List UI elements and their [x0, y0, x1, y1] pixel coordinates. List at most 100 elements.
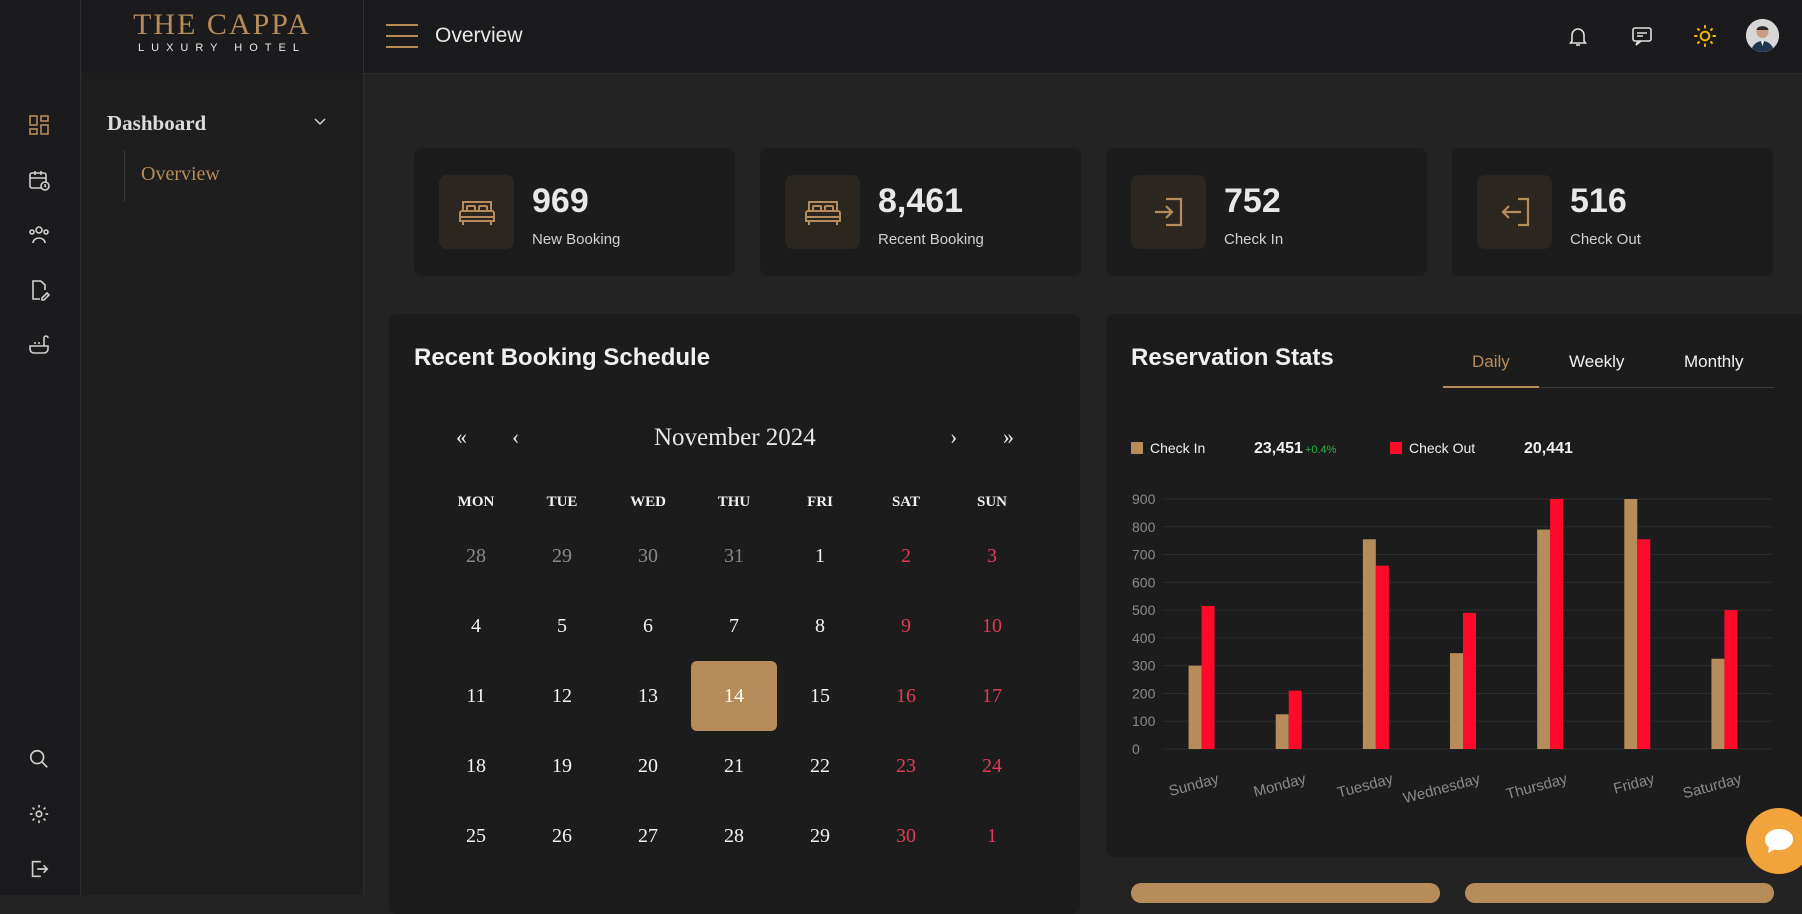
- calendar-day[interactable]: 10: [949, 591, 1035, 661]
- prev-year-button[interactable]: «: [456, 424, 467, 450]
- calendar-day[interactable]: 23: [863, 731, 949, 801]
- next-month-button[interactable]: ›: [950, 424, 957, 450]
- bar-check-in[interactable]: [1624, 499, 1638, 749]
- calendar-day[interactable]: 13: [605, 661, 691, 731]
- calendar-day[interactable]: 16: [863, 661, 949, 731]
- stat-label: Recent Booking: [878, 231, 984, 248]
- tab-monthly[interactable]: Monthly: [1684, 352, 1744, 372]
- stat-value: 752: [1224, 182, 1281, 220]
- calendar-day[interactable]: 1: [777, 521, 863, 591]
- calendar-day[interactable]: 19: [519, 731, 605, 801]
- sidebar-item-overview[interactable]: Overview: [141, 163, 220, 186]
- bar-check-in[interactable]: [1188, 665, 1202, 749]
- calendar-day[interactable]: 3: [949, 521, 1035, 591]
- bar-check-out[interactable]: [1463, 612, 1476, 749]
- calendar-day[interactable]: 7: [691, 591, 777, 661]
- bar-check-out[interactable]: [1550, 499, 1564, 749]
- bathtub-icon[interactable]: [26, 332, 52, 358]
- bar-check-out[interactable]: [1637, 539, 1651, 749]
- calendar-day[interactable]: 28: [433, 521, 519, 591]
- search-icon[interactable]: [26, 746, 52, 772]
- bar-check-out[interactable]: [1724, 610, 1738, 749]
- weekday-header: TUE: [546, 494, 578, 510]
- y-tick-label: 100: [1132, 713, 1156, 729]
- calendar-day[interactable]: 20: [605, 731, 691, 801]
- next-year-button[interactable]: »: [1003, 424, 1014, 450]
- brand-tagline: LUXURY HOTEL: [138, 42, 306, 54]
- calendar-day[interactable]: 31: [691, 521, 777, 591]
- legend-change: +0.4%: [1304, 444, 1337, 456]
- x-tick-label: Saturday: [1681, 770, 1744, 802]
- legend-value-check-out: 20,441: [1524, 440, 1573, 457]
- sun-icon[interactable]: [1691, 22, 1719, 50]
- bar-check-out[interactable]: [1201, 605, 1215, 749]
- bar-check-in[interactable]: [1537, 529, 1551, 749]
- weekday-header: SUN: [976, 494, 1007, 510]
- dashboard-icon[interactable]: [26, 112, 52, 138]
- calendar-day[interactable]: 22: [777, 731, 863, 801]
- submenu-divider: [124, 150, 125, 202]
- bar-check-in[interactable]: [1275, 714, 1289, 749]
- calendar-day[interactable]: 12: [519, 661, 605, 731]
- hamburger-menu-icon[interactable]: [386, 24, 418, 48]
- bar-check-in[interactable]: [1362, 539, 1376, 749]
- bell-icon[interactable]: [1564, 22, 1592, 50]
- message-icon[interactable]: [1628, 22, 1656, 50]
- weekday-header: THU: [717, 494, 751, 510]
- calendar-day[interactable]: 11: [433, 661, 519, 731]
- stat-card-recent-booking: 8,461 Recent Booking: [760, 148, 1081, 276]
- legend-value: 23,451: [1254, 440, 1303, 457]
- calendar-day[interactable]: 29: [519, 521, 605, 591]
- calendar-day[interactable]: 6: [605, 591, 691, 661]
- calendar-day[interactable]: 17: [949, 661, 1035, 731]
- calendar-day[interactable]: 30: [605, 521, 691, 591]
- weekday-header: MON: [457, 494, 495, 510]
- prev-month-button[interactable]: ‹: [512, 424, 519, 450]
- calendar-day[interactable]: 30: [863, 801, 949, 871]
- top-bar: Overview: [364, 0, 1802, 74]
- calendar-day[interactable]: 5: [519, 591, 605, 661]
- bar-check-in[interactable]: [1450, 653, 1463, 749]
- calendar-day[interactable]: 21: [691, 731, 777, 801]
- sidebar-menu-dashboard[interactable]: Dashboard: [107, 111, 206, 136]
- calendar-day[interactable]: 18: [433, 731, 519, 801]
- calendar-day[interactable]: 9: [863, 591, 949, 661]
- bar-check-in[interactable]: [1711, 658, 1725, 749]
- action-button-right[interactable]: [1465, 883, 1774, 903]
- tab-weekly[interactable]: Weekly: [1569, 352, 1624, 372]
- calendar-day[interactable]: 1: [949, 801, 1035, 871]
- bar-check-out[interactable]: [1288, 690, 1302, 749]
- stat-label: New Booking: [532, 231, 621, 248]
- brand-logo[interactable]: THE CAPPA LUXURY HOTEL: [81, 0, 363, 73]
- calendar-day[interactable]: 14: [691, 661, 777, 731]
- logout-icon[interactable]: [26, 856, 52, 882]
- edit-document-icon[interactable]: [26, 277, 52, 303]
- calendar-day[interactable]: 25: [433, 801, 519, 871]
- x-tick-label: Sunday: [1167, 770, 1221, 800]
- calendar-day[interactable]: 4: [433, 591, 519, 661]
- calendar-day[interactable]: 8: [777, 591, 863, 661]
- calendar-clock-icon[interactable]: [26, 167, 52, 193]
- calendar-day[interactable]: 2: [863, 521, 949, 591]
- calendar-day[interactable]: 26: [519, 801, 605, 871]
- avatar[interactable]: [1746, 19, 1779, 52]
- calendar-day[interactable]: 28: [691, 801, 777, 871]
- y-tick-label: 300: [1132, 658, 1156, 674]
- calendar-month-label: November 2024: [654, 424, 816, 451]
- weekday-header: FRI: [807, 494, 833, 510]
- calendar-day[interactable]: 24: [949, 731, 1035, 801]
- bar-check-out[interactable]: [1375, 565, 1389, 749]
- users-icon[interactable]: [26, 222, 52, 248]
- tab-daily[interactable]: Daily: [1472, 352, 1510, 372]
- chat-support-button[interactable]: [1746, 808, 1802, 874]
- action-button-left[interactable]: [1131, 883, 1440, 903]
- y-tick-label: 0: [1132, 741, 1140, 757]
- chevron-down-icon[interactable]: [313, 114, 327, 133]
- bed-icon: [439, 175, 514, 249]
- calendar-day[interactable]: 15: [777, 661, 863, 731]
- legend-label: Check Out: [1409, 440, 1476, 456]
- calendar-day[interactable]: 27: [605, 801, 691, 871]
- gear-icon[interactable]: [26, 801, 52, 827]
- calendar-day[interactable]: 29: [777, 801, 863, 871]
- legend-swatch: [1390, 442, 1402, 454]
